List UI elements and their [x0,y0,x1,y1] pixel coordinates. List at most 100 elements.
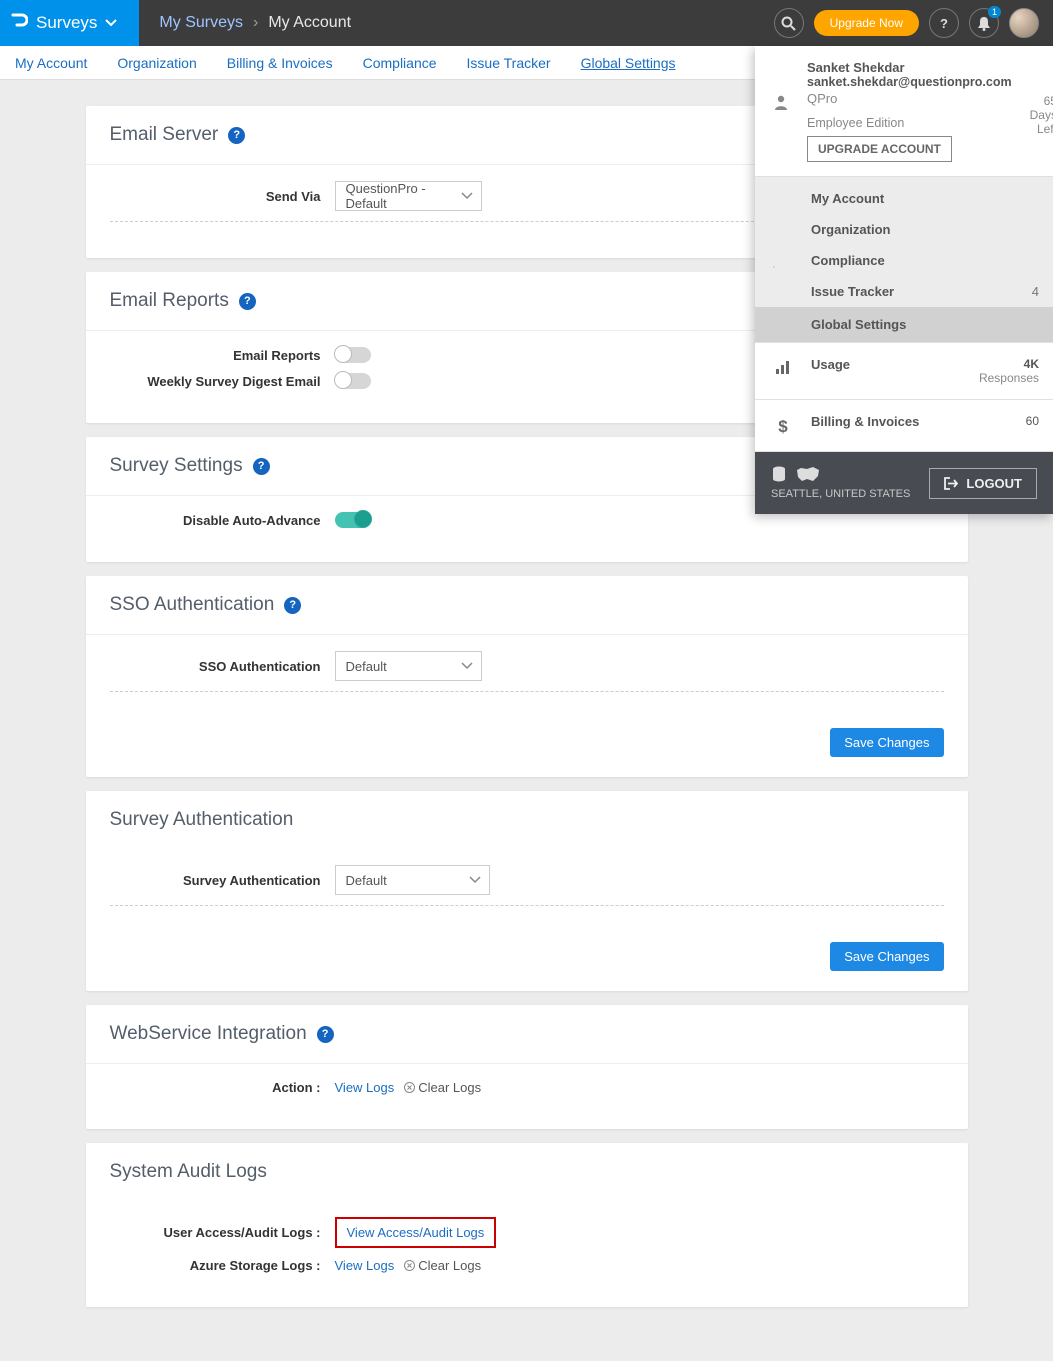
question-icon: ? [940,16,948,31]
panel-usage-count: 4K [979,357,1039,371]
survey-auth-select[interactable]: Default [335,865,490,895]
separator [110,691,944,692]
panel-user-section: Sanket Shekdar sanket.shekdar@questionpr… [755,46,1053,177]
logout-icon [944,477,958,490]
help-icon[interactable]: ? [228,127,245,144]
sso-save-button[interactable]: Save Changes [830,728,943,757]
email-reports-label: Email Reports [110,348,335,363]
breadcrumb-current: My Account [268,14,351,32]
days-left: 65 Days Left [1030,94,1053,162]
view-access-audit-logs-link[interactable]: View Access/Audit Logs [347,1225,485,1240]
panel-user-info: Sanket Shekdar sanket.shekdar@questionpr… [807,60,1012,162]
help-button[interactable]: ? [929,8,959,38]
azure-clear-logs-link[interactable]: Clear Logs [404,1258,481,1273]
user-dropdown-panel: Sanket Shekdar sanket.shekdar@questionpr… [755,46,1053,514]
panel-item-my-account[interactable]: My Account [811,183,1039,214]
panel-settings-list: My Account Organization Compliance Issue… [811,183,1039,342]
sso-auth-select[interactable]: Default [335,651,482,681]
card-title: SSO Authentication [110,594,275,616]
help-icon[interactable]: ? [317,1026,334,1043]
webservice-view-logs-link[interactable]: View Logs [335,1080,395,1095]
panel-footer: SEATTLE, UNITED STATES LOGOUT [755,452,1053,514]
sso-auth-value: Default [346,659,387,674]
subnav-organization[interactable]: Organization [117,48,196,78]
card-header-sso: SSO Authentication ? [86,576,968,635]
panel-usage-section[interactable]: Usage 4K Responses [755,343,1053,400]
help-icon[interactable]: ? [284,597,301,614]
email-reports-toggle[interactable] [335,347,371,363]
subnav-issue-tracker[interactable]: Issue Tracker [467,48,551,78]
subnav-my-account[interactable]: My Account [15,48,87,78]
panel-item-global-settings[interactable]: Global Settings [755,307,1053,342]
dollar-icon: $ [773,414,793,437]
separator [110,905,944,906]
days-count: 65 [1030,94,1053,108]
panel-item-organization[interactable]: Organization [811,214,1039,245]
card-header-audit: System Audit Logs [86,1143,968,1201]
card-audit: System Audit Logs User Access/Audit Logs… [86,1143,968,1307]
search-icon [781,16,796,31]
panel-billing-count: 60 [1026,414,1039,428]
user-avatar[interactable] [1009,8,1039,38]
card-title: Email Reports [110,290,229,312]
user-edition: Employee Edition [807,116,1012,130]
disable-auto-advance-toggle[interactable] [335,512,371,528]
panel-usage-sub: Responses [979,371,1039,385]
weekly-digest-toggle[interactable] [335,373,371,389]
card-title: Survey Settings [110,455,243,477]
topbar: Surveys My Surveys › My Account Upgrade … [0,0,1053,46]
survey-auth-label: Survey Authentication [110,873,335,888]
breadcrumb-my-surveys[interactable]: My Surveys [159,14,243,32]
notifications-button[interactable]: 1 [969,8,999,38]
notification-badge: 1 [988,6,1001,18]
panel-usage-label: Usage [811,357,850,372]
send-via-value: QuestionPro - Default [346,181,453,211]
breadcrumb-sep: › [253,14,258,32]
user-name: Sanket Shekdar [807,60,1012,75]
subnav-compliance[interactable]: Compliance [363,48,437,78]
panel-item-issue-tracker[interactable]: Issue Tracker4 [811,276,1039,307]
user-org: QPro [807,91,1012,106]
help-icon[interactable]: ? [239,293,256,310]
card-title: Survey Authentication [110,809,294,831]
chart-bar-icon [773,357,793,385]
card-title: System Audit Logs [110,1161,267,1183]
brand-menu[interactable]: Surveys [0,0,139,46]
caret-down-icon [105,19,117,27]
panel-billing-label: Billing & Invoices [811,414,919,429]
usa-map-icon [795,466,821,484]
chevron-down-icon [469,876,481,884]
send-via-label: Send Via [110,189,335,204]
panel-billing-section[interactable]: $ Billing & Invoices 60 [755,400,1053,452]
sso-auth-label: SSO Authentication [110,659,335,674]
send-via-select[interactable]: QuestionPro - Default [335,181,482,211]
user-icon [773,60,789,162]
chevron-down-icon [461,192,473,200]
topbar-actions: Upgrade Now ? 1 [774,8,1053,38]
user-access-label: User Access/Audit Logs : [110,1225,335,1240]
upgrade-now-button[interactable]: Upgrade Now [814,10,919,36]
logout-button[interactable]: LOGOUT [929,468,1037,499]
webservice-clear-logs-link[interactable]: Clear Logs [404,1080,481,1095]
close-circle-icon [404,1082,415,1093]
azure-view-logs-link[interactable]: View Logs [335,1258,395,1273]
breadcrumb: My Surveys › My Account [139,14,351,32]
survey-auth-value: Default [346,873,387,888]
disable-auto-advance-label: Disable Auto-Advance [110,513,335,528]
search-button[interactable] [774,8,804,38]
subnav-global-settings[interactable]: Global Settings [581,48,676,78]
days-label: Days Left [1030,108,1053,136]
card-header-webservice: WebService Integration ? [86,1005,968,1064]
card-title: Email Server [110,124,219,146]
card-title: WebService Integration [110,1023,307,1045]
panel-item-compliance[interactable]: Compliance [811,245,1039,276]
panel-usage-right: 4K Responses [979,357,1039,385]
survey-auth-save-button[interactable]: Save Changes [830,942,943,971]
subnav-billing[interactable]: Billing & Invoices [227,48,333,78]
weekly-digest-label: Weekly Survey Digest Email [110,374,335,389]
upgrade-account-button[interactable]: UPGRADE ACCOUNT [807,136,952,162]
chevron-down-icon [461,662,473,670]
card-survey-auth: Survey Authentication Survey Authenticat… [86,791,968,991]
brand-label: Surveys [36,13,97,33]
help-icon[interactable]: ? [253,458,270,475]
